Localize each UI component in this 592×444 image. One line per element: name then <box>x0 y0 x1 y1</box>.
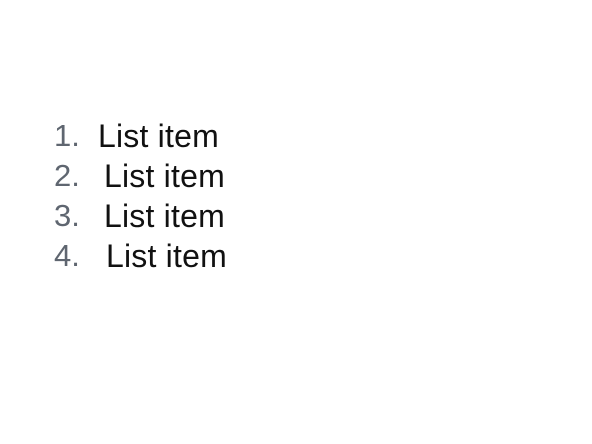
list-item-label: List item <box>104 197 225 234</box>
list-item-label: List item <box>98 117 219 154</box>
list-item-number: 3. <box>54 198 80 233</box>
list-item-label: List item <box>104 157 225 194</box>
list-item-label: List item <box>106 237 227 274</box>
list-item-number: 1. <box>54 118 80 153</box>
page-canvas: 1. List item 2. List item 3. List item 4… <box>0 0 592 444</box>
list-item-number: 4. <box>54 238 80 273</box>
list-item-number: 2. <box>54 158 80 193</box>
ordered-list: 1. List item 2. List item 3. List item 4… <box>54 104 227 288</box>
